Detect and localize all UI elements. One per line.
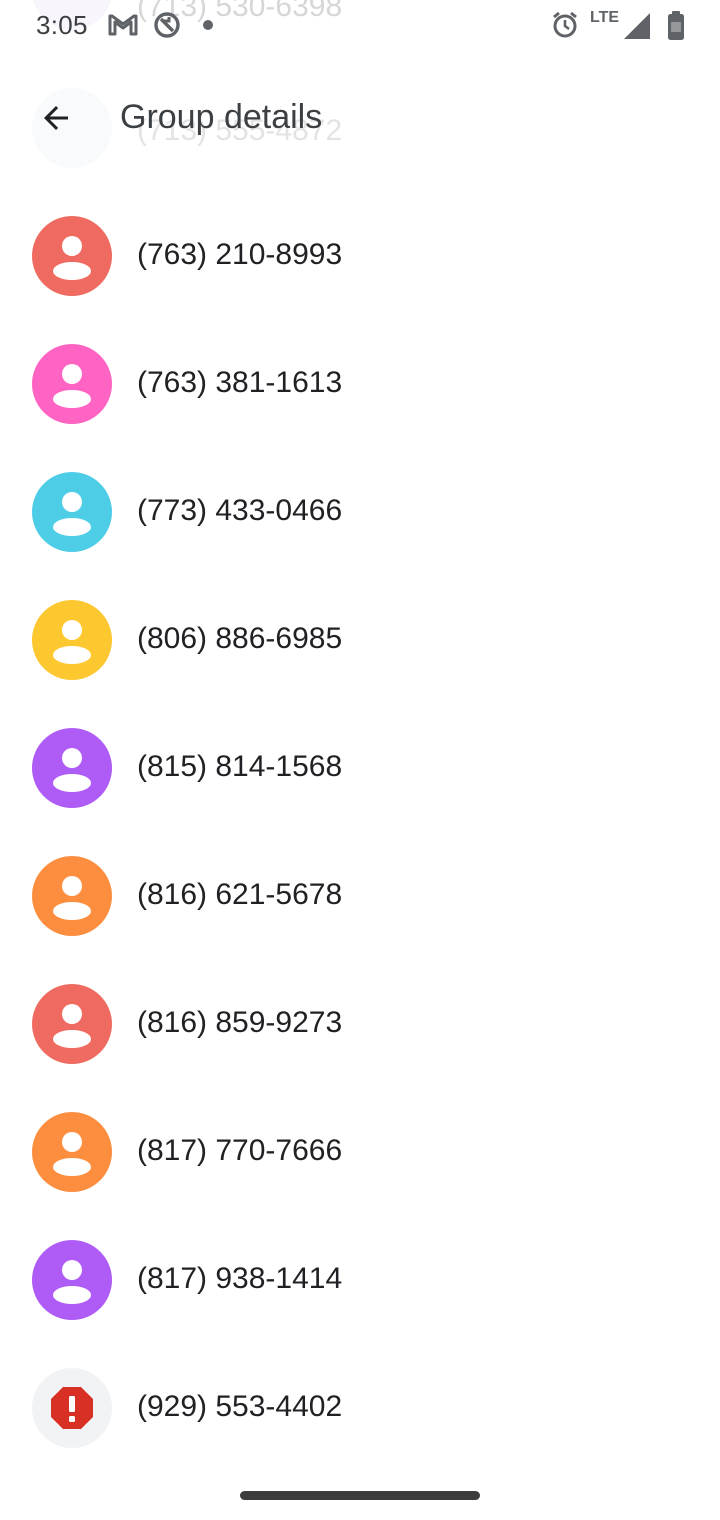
person-icon xyxy=(53,1132,91,1176)
person-icon xyxy=(53,748,91,792)
contact-row[interactable]: (763) 381-1613 xyxy=(0,320,720,448)
contact-avatar xyxy=(32,1368,112,1448)
contact-avatar xyxy=(32,216,112,296)
contact-row[interactable]: (806) 886-6985 xyxy=(0,576,720,704)
contact-avatar xyxy=(32,472,112,552)
person-head xyxy=(62,748,82,768)
contact-row[interactable]: (817) 938-1414 xyxy=(0,1216,720,1344)
person-head xyxy=(62,1260,82,1280)
person-icon xyxy=(53,236,91,280)
person-head xyxy=(62,364,82,384)
contact-row[interactable]: (763) 210-8993 xyxy=(0,192,720,320)
person-body xyxy=(53,390,91,408)
contact-avatar xyxy=(32,728,112,808)
person-icon xyxy=(53,1260,91,1304)
contact-row[interactable]: (929) 553-4402 xyxy=(0,1344,720,1472)
alarm-icon xyxy=(550,10,580,45)
contact-number: (817) 938-1414 xyxy=(137,1262,343,1295)
battery-icon xyxy=(666,10,686,47)
person-icon xyxy=(53,1004,91,1048)
contact-row[interactable]: (816) 859-9273 xyxy=(0,960,720,1088)
page-title: Group details xyxy=(120,98,323,136)
person-head xyxy=(62,492,82,512)
person-head xyxy=(62,620,82,640)
contact-row[interactable]: (815) 814-1568 xyxy=(0,704,720,832)
person-head xyxy=(62,1132,82,1152)
back-button[interactable] xyxy=(28,90,84,146)
status-time: 3:05 xyxy=(36,10,88,40)
contact-number: (763) 381-1613 xyxy=(137,366,343,399)
person-body xyxy=(53,774,91,792)
person-head xyxy=(62,1004,82,1024)
error-dot xyxy=(69,1416,75,1422)
contact-number: (816) 859-9273 xyxy=(137,1006,343,1039)
person-body xyxy=(53,902,91,920)
sync-off-icon xyxy=(152,10,182,45)
notification-dot-icon xyxy=(203,20,213,30)
contact-row[interactable]: (773) 433-0466 xyxy=(0,448,720,576)
contact-avatar xyxy=(32,856,112,936)
person-icon xyxy=(53,492,91,536)
person-icon xyxy=(53,620,91,664)
contact-row[interactable]: (816) 621-5678 xyxy=(0,832,720,960)
person-head xyxy=(62,236,82,256)
contact-number: (815) 814-1568 xyxy=(137,750,343,783)
person-head xyxy=(62,876,82,896)
person-body xyxy=(53,1286,91,1304)
contact-list: (763) 210-8993 (763) 381-1613 (773) 433-… xyxy=(0,192,720,1472)
contact-avatar xyxy=(32,600,112,680)
contact-avatar xyxy=(32,344,112,424)
contact-number: (763) 210-8993 xyxy=(137,238,343,271)
contact-number: (817) 770-7666 xyxy=(137,1134,343,1167)
signal-icon xyxy=(623,12,651,45)
error-icon xyxy=(51,1387,93,1429)
person-body xyxy=(53,646,91,664)
contact-number: (806) 886-6985 xyxy=(137,622,343,655)
gesture-nav-handle[interactable] xyxy=(240,1491,480,1500)
person-body xyxy=(53,262,91,280)
person-icon xyxy=(53,364,91,408)
contact-number: (816) 621-5678 xyxy=(137,878,343,911)
status-bar: 3:05 LTE xyxy=(0,0,720,52)
person-body xyxy=(53,518,91,536)
contact-number: (773) 433-0466 xyxy=(137,494,343,527)
contact-avatar xyxy=(32,984,112,1064)
app-bar: Group details xyxy=(0,76,720,160)
contact-number: (929) 553-4402 xyxy=(137,1390,343,1423)
contact-avatar xyxy=(32,1112,112,1192)
lte-label: LTE xyxy=(590,9,620,26)
arrow-back-icon xyxy=(44,106,68,130)
person-icon xyxy=(53,876,91,920)
person-body xyxy=(53,1030,91,1048)
gmail-icon xyxy=(108,12,138,41)
error-bar xyxy=(69,1396,75,1412)
contact-avatar xyxy=(32,1240,112,1320)
contact-row[interactable]: (817) 770-7666 xyxy=(0,1088,720,1216)
screen: (713) 530-6398 (713) 555-4872 3:05 LTE G… xyxy=(0,0,720,1520)
person-body xyxy=(53,1158,91,1176)
